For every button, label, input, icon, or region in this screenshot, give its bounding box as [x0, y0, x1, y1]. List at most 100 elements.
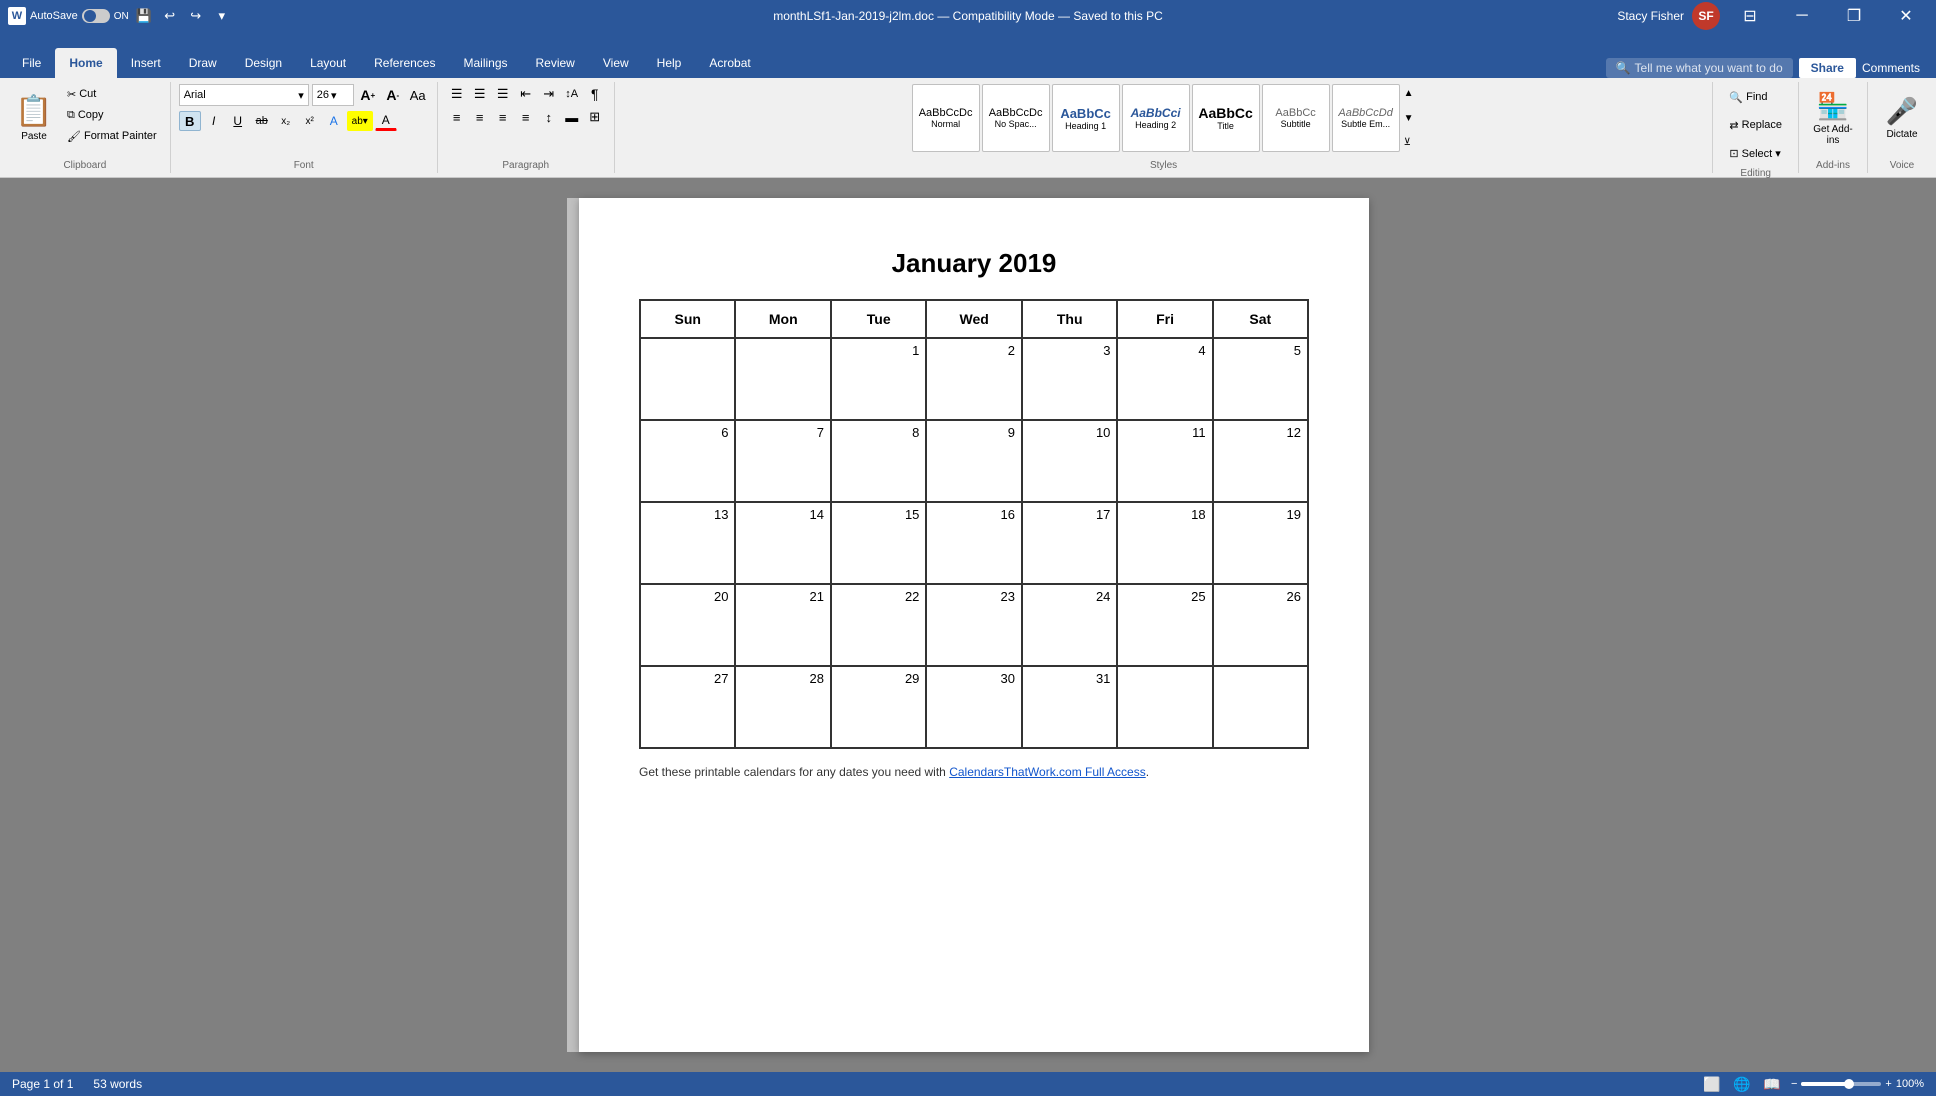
style-title[interactable]: AaBbCc Title: [1192, 84, 1260, 152]
add-ins-label: Add-ins: [1816, 160, 1850, 171]
replace-button[interactable]: ⇄ Replace: [1721, 112, 1790, 138]
user-name: Stacy Fisher: [1617, 9, 1684, 23]
cut-button[interactable]: ✂ Cut: [62, 84, 162, 104]
find-button[interactable]: 🔍 Find: [1721, 84, 1775, 110]
increase-indent-button[interactable]: ⇥: [538, 84, 560, 104]
search-box[interactable]: 🔍 Tell me what you want to do: [1606, 58, 1793, 78]
superscript-button[interactable]: x²: [299, 111, 321, 131]
styles-scroll-up[interactable]: ▲: [1402, 86, 1416, 101]
borders-button[interactable]: ⊞: [584, 107, 606, 127]
zoom-out-icon[interactable]: −: [1791, 1078, 1797, 1090]
tab-design[interactable]: Design: [231, 48, 296, 78]
voice-content: 🎤 Dictate: [1876, 84, 1928, 158]
web-layout-view-button[interactable]: 🌐: [1731, 1073, 1753, 1095]
calendar-title: January 2019: [639, 248, 1309, 279]
numbering-button[interactable]: ☰: [469, 84, 491, 104]
sort-button[interactable]: ↕A: [561, 84, 583, 104]
font-size-selector[interactable]: 26 ▾: [312, 84, 354, 106]
grow-font-button[interactable]: A+: [357, 85, 379, 105]
tab-home[interactable]: Home: [55, 48, 116, 78]
ribbon-display-options-button[interactable]: ⊟: [1728, 0, 1772, 32]
footer-link[interactable]: CalendarsThatWork.com Full Access: [949, 765, 1146, 779]
strikethrough-button[interactable]: ab: [251, 111, 273, 131]
style-subtle-em-preview: AaBbCcDd: [1338, 107, 1392, 119]
style-heading2[interactable]: AaBbCci Heading 2: [1122, 84, 1190, 152]
style-normal[interactable]: AaBbCcDc Normal: [912, 84, 980, 152]
align-center-button[interactable]: ≡: [469, 107, 491, 127]
calendar-cell: 4: [1117, 338, 1212, 420]
calendar-cell: 27: [640, 666, 735, 748]
tab-draw[interactable]: Draw: [175, 48, 231, 78]
table-row: 6 7 8 9 10 11 12: [640, 420, 1308, 502]
print-layout-view-button[interactable]: ⬜: [1701, 1073, 1723, 1095]
tab-layout[interactable]: Layout: [296, 48, 360, 78]
select-button[interactable]: ⊡ Select ▾: [1721, 140, 1788, 166]
bullets-button[interactable]: ☰: [446, 84, 468, 104]
show-marks-button[interactable]: ¶: [584, 84, 606, 104]
ribbon-tabs: File Home Insert Draw Design Layout Refe…: [0, 32, 1936, 78]
tab-help[interactable]: Help: [643, 48, 696, 78]
style-subtitle[interactable]: AaBbCc Subtitle: [1262, 84, 1330, 152]
qat-customize-button[interactable]: ▾: [211, 5, 233, 27]
tab-review[interactable]: Review: [522, 48, 589, 78]
decrease-indent-button[interactable]: ⇤: [515, 84, 537, 104]
underline-button[interactable]: U: [227, 111, 249, 131]
highlight-button[interactable]: ab▾: [347, 111, 373, 131]
styles-scroll-buttons: ▲ ▼ ⊻: [1402, 84, 1416, 152]
copy-button[interactable]: ⧉ Copy: [62, 105, 162, 125]
share-button[interactable]: Share: [1799, 58, 1856, 78]
justify-button[interactable]: ≡: [515, 107, 537, 127]
text-effects-button[interactable]: A: [323, 111, 345, 131]
save-button[interactable]: 💾: [133, 5, 155, 27]
calendar-cell: 25: [1117, 584, 1212, 666]
paste-button[interactable]: 📋 Paste: [8, 84, 60, 152]
autosave-on-label: ON: [114, 11, 129, 22]
dictate-button[interactable]: 🎤 Dictate: [1876, 84, 1928, 152]
redo-button[interactable]: ↪: [185, 5, 207, 27]
tab-file[interactable]: File: [8, 48, 55, 78]
shading-button[interactable]: ▬: [561, 107, 583, 127]
calendar-cell: 20: [640, 584, 735, 666]
format-painter-button[interactable]: 🖌 Format Painter: [62, 126, 162, 146]
get-add-ins-button[interactable]: 🏪 Get Add-ins: [1807, 84, 1859, 152]
tab-insert[interactable]: Insert: [117, 48, 175, 78]
calendar-cell: 13: [640, 502, 735, 584]
shrink-font-button[interactable]: A-: [382, 85, 404, 105]
align-right-button[interactable]: ≡: [492, 107, 514, 127]
close-button[interactable]: ✕: [1884, 0, 1928, 32]
read-mode-button[interactable]: 📖: [1761, 1073, 1783, 1095]
restore-button[interactable]: ❐: [1832, 0, 1876, 32]
zoom-control: − + 100%: [1791, 1078, 1924, 1090]
autosave-toggle[interactable]: [82, 9, 110, 23]
minimize-button[interactable]: ─: [1780, 0, 1824, 32]
style-heading1[interactable]: AaBbCc Heading 1: [1052, 84, 1120, 152]
calendar-cell: 30: [926, 666, 1022, 748]
bold-button[interactable]: B: [179, 111, 201, 131]
line-spacing-button[interactable]: ↕: [538, 107, 560, 127]
italic-button[interactable]: I: [203, 111, 225, 131]
subscript-button[interactable]: x₂: [275, 111, 297, 131]
tab-view[interactable]: View: [589, 48, 643, 78]
zoom-slider[interactable]: [1801, 1082, 1881, 1086]
undo-button[interactable]: ↩: [159, 5, 181, 27]
status-bar-right: ⬜ 🌐 📖 − + 100%: [1701, 1073, 1924, 1095]
zoom-in-icon[interactable]: +: [1885, 1078, 1891, 1090]
clear-formatting-button[interactable]: Aa: [407, 85, 429, 105]
multilevel-list-button[interactable]: ☰: [492, 84, 514, 104]
align-left-button[interactable]: ≡: [446, 107, 468, 127]
tab-mailings[interactable]: Mailings: [449, 48, 521, 78]
tab-acrobat[interactable]: Acrobat: [695, 48, 764, 78]
calendar-cell: 24: [1022, 584, 1117, 666]
calendar-table: Sun Mon Tue Wed Thu Fri Sat 1 2 3 4: [639, 299, 1309, 749]
paragraph-group: ☰ ☰ ☰ ⇤ ⇥ ↕A ¶ ≡ ≡ ≡ ≡ ↕ ▬ ⊞ P: [438, 82, 615, 173]
style-subtle-em[interactable]: AaBbCcDd Subtle Em...: [1332, 84, 1400, 152]
style-no-spacing[interactable]: AaBbCcDc No Spac...: [982, 84, 1050, 152]
tab-references[interactable]: References: [360, 48, 449, 78]
font-name-selector[interactable]: Arial ▾: [179, 84, 309, 106]
styles-scroll-down[interactable]: ▼: [1402, 111, 1416, 126]
user-avatar[interactable]: SF: [1692, 2, 1720, 30]
styles-more-button[interactable]: ⊻: [1402, 135, 1416, 150]
style-subtle-em-label: Subtle Em...: [1341, 119, 1390, 129]
font-color-button[interactable]: A: [375, 111, 397, 131]
comments-button[interactable]: Comments: [1862, 61, 1920, 75]
